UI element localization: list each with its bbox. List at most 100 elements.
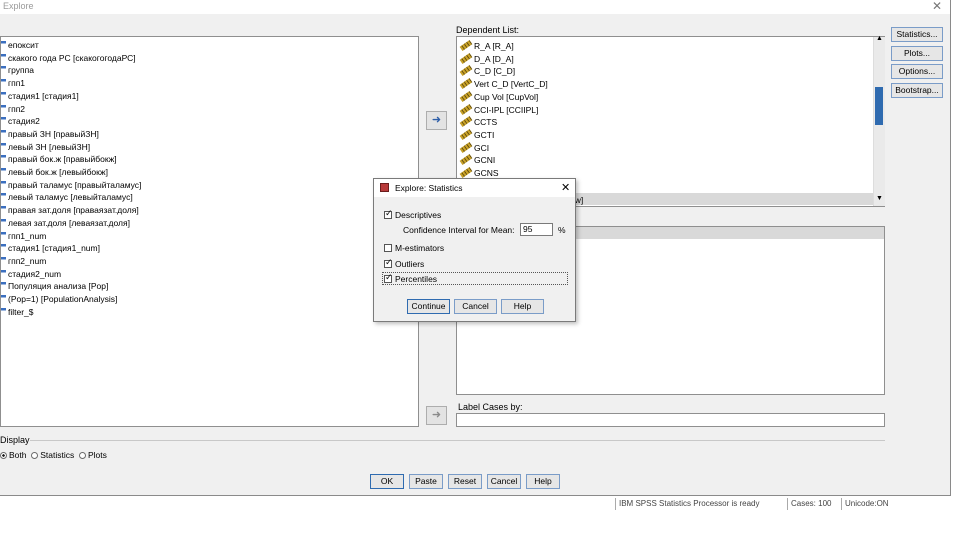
variable-item[interactable]: правый бок.ж [правыйбокж] [1,153,117,165]
variable-item[interactable]: стадия2_num [1,268,61,280]
dependent-item[interactable]: CCTS [459,116,498,128]
variable-item[interactable]: стадия2 [1,115,40,127]
variable-item[interactable]: левая зат.доля [леваязат.доля] [1,217,130,229]
bootstrap-button[interactable]: Bootstrap... [891,83,943,98]
variable-item[interactable]: filter_$ [1,306,34,318]
dialog-title-bar: Explore: Statistics ✕ [374,179,575,197]
dependent-list-scrollbar[interactable]: ▲ ▼ [873,35,885,206]
dependent-label: CCTS [474,117,498,128]
scale-ruler-icon [459,141,473,153]
m-estimators-label: M-estimators [395,243,445,253]
variable-item[interactable]: стадия1 [стадия1] [1,90,79,102]
dependent-item[interactable]: GCNI [459,154,496,166]
scroll-down-icon[interactable]: ▼ [876,195,883,202]
m-estimators-option[interactable]: M-estimators [384,243,444,253]
continue-button[interactable]: Continue [407,299,450,314]
move-to-dependent-button[interactable]: ➜ [426,111,447,130]
dependent-item[interactable]: GCTI [459,128,494,141]
dialog-close-icon[interactable]: ✕ [561,181,570,194]
nominal-variable-icon [1,180,6,189]
scale-ruler-icon [459,128,473,140]
variable-label: правый бок.ж [правыйбокж] [8,154,117,165]
plots-button[interactable]: Plots... [891,46,943,61]
label-cases-field[interactable] [456,413,885,427]
paste-button[interactable]: Paste [409,474,443,489]
nominal-variable-icon [1,244,6,253]
nominal-variable-icon [1,282,6,291]
arrow-right-icon: ➜ [431,114,442,126]
display-group-line [30,440,885,441]
variable-label: левый таламус [левыйталамус] [8,192,133,203]
dialog-help-button[interactable]: Help [501,299,544,314]
m-estimators-checkbox[interactable] [384,244,392,252]
dependent-item[interactable]: D_A [D_A] [459,52,514,65]
dependent-item[interactable]: Cup Vol [CupVol] [459,90,539,103]
variable-item[interactable]: правая зат.доля [праваязат.доля] [1,204,139,216]
dependent-item[interactable]: GCI [459,141,490,154]
variable-item[interactable]: группа [1,64,34,76]
variable-item[interactable]: стадия1 [стадия1_num] [1,242,100,254]
variable-item[interactable]: гпп1_num [1,230,46,242]
descriptives-checkbox[interactable] [384,208,393,219]
nominal-variable-icon [1,142,6,151]
variable-label: стадия2 [8,116,40,127]
variable-label: группа [8,65,34,76]
variable-item[interactable]: левый таламус [левыйталамус] [1,191,133,203]
variable-label: стадия1 [стадия1] [8,90,79,101]
radio-statistics[interactable] [31,452,39,459]
scroll-thumb[interactable] [875,87,883,125]
confidence-input[interactable]: 95 [520,223,553,236]
variable-item[interactable]: (Pop=1) [PopulationAnalysis] [1,293,117,305]
reset-button[interactable]: Reset [448,474,482,489]
variable-item[interactable]: Популяция анализа [Pop] [1,280,108,292]
move-to-label-button[interactable]: ➜ [426,406,447,425]
dependent-label: GCNI [474,155,496,166]
display-options: Both Statistics Plots [0,450,107,460]
dependent-item[interactable]: CCI-IPL [CCIIPL] [459,103,539,116]
variable-item[interactable]: гпп2_num [1,255,46,267]
statistics-dialog: Explore: Statistics ✕ Descriptives Confi… [373,178,576,322]
variable-item[interactable]: правый ЗН [правыйЗН] [1,128,99,140]
status-cases: Cases: 100 [787,498,831,510]
dependent-label: GCI [474,142,490,153]
outliers-checkbox[interactable] [384,257,393,268]
descriptives-option[interactable]: Descriptives [384,208,441,220]
nominal-variable-icon [1,79,6,88]
dialog-cancel-button[interactable]: Cancel [454,299,497,314]
variable-item[interactable]: левый ЗН [левыйЗН] [1,141,90,153]
dependent-item[interactable]: Vert C_D [VertC_D] [459,78,548,90]
radio-both[interactable] [0,452,7,459]
cancel-button[interactable]: Cancel [487,474,521,489]
nominal-variable-icon [1,307,6,316]
variable-item[interactable]: гпп1 [1,77,25,89]
variable-item[interactable]: гпп2 [1,103,25,115]
statistics-button[interactable]: Statistics... [891,27,943,42]
nominal-variable-icon [1,53,6,62]
help-button[interactable]: Help [526,474,560,489]
variable-item[interactable]: правый таламус [правыйталамус] [1,179,141,191]
outliers-option[interactable]: Outliers [384,257,424,269]
dependent-label: CCI-IPL [CCIIPL] [474,104,539,115]
nominal-variable-icon [1,104,6,113]
dependent-item[interactable]: C_D [C_D] [459,65,515,77]
variable-item[interactable]: левый бок.ж [левыйбокж] [1,166,108,178]
radio-plots[interactable] [78,452,86,459]
variable-item[interactable]: скакого года РС [скакогогодаРС] [1,52,136,64]
dependent-label: Cup Vol [CupVol] [474,91,539,102]
variable-label: скакого года РС [скакогогодаРС] [8,52,136,63]
dependent-label: GCNS [474,168,499,178]
window-close-icon[interactable]: ✕ [932,0,942,13]
dependent-label: D_A [D_A] [474,53,514,64]
scroll-up-icon[interactable]: ▲ [876,35,883,42]
nominal-variable-icon [1,256,6,265]
variable-label: гпп2_num [8,255,47,266]
variable-label: правый таламус [правыйталамус] [8,179,142,190]
variable-label: (Pop=1) [PopulationAnalysis] [8,294,118,304]
variable-item[interactable]: епоксит [1,39,39,51]
nominal-variable-icon [1,218,6,227]
source-variable-list[interactable]: епоксит скакого года РС [скакогогодаРС] гр… [0,36,419,427]
ok-button[interactable]: OK [370,474,404,489]
scale-ruler-icon [459,65,473,77]
options-button[interactable]: Options... [891,64,943,79]
dependent-item[interactable]: R_A [R_A] [459,40,514,52]
